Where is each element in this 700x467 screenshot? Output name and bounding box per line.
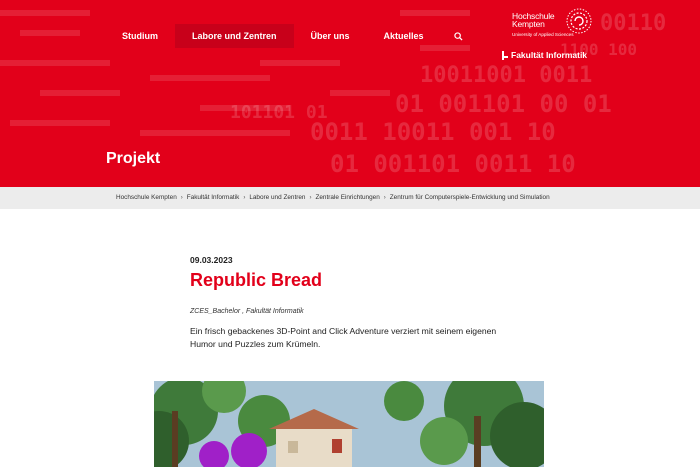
university-logo[interactable]: Hochschule Kempten University of Applied… <box>512 6 592 46</box>
page-title: Projekt <box>106 150 161 167</box>
svg-text:01 001101 0011 10: 01 001101 0011 10 <box>330 150 576 178</box>
faculty-link[interactable]: Fakultät Informatik <box>502 50 587 60</box>
nav-item-ueber-uns[interactable]: Über uns <box>294 24 367 48</box>
breadcrumb-item-hochschule-kempten[interactable]: Hochschule Kempten <box>116 194 177 201</box>
article-date: 09.03.2023 <box>190 255 233 265</box>
article-tags: ZCES_Bachelor , Fakultät Informatik <box>190 308 304 315</box>
logo-wordmark: Hochschule Kempten <box>512 11 555 29</box>
main-nav: Studium Labore und Zentren Über uns Aktu… <box>105 24 467 48</box>
breadcrumb-item-labore-und-zentren[interactable]: Labore und Zentren <box>249 194 305 201</box>
game-scene-illustration <box>154 381 544 467</box>
search-icon[interactable] <box>451 28 467 44</box>
hero-banner: 00110 10011001 0011 01 001101 00 01 0011… <box>0 0 700 187</box>
breadcrumb-item-zentrale-einrichtungen[interactable]: Zentrale Einrichtungen <box>315 194 379 201</box>
logo-swirl-icon <box>566 8 592 34</box>
svg-text:01 001101 00 01: 01 001101 00 01 <box>395 90 612 118</box>
article-description: Ein frisch gebackenes 3D-Point and Click… <box>190 326 497 349</box>
chevron-right-icon: › <box>309 194 312 201</box>
tag-link-fakultaet-informatik[interactable]: Fakultät Informatik <box>246 308 304 315</box>
nav-item-studium[interactable]: Studium <box>105 24 175 48</box>
svg-text:00110: 00110 <box>600 11 666 36</box>
breadcrumb-item-zces[interactable]: Zentrum für Computerspiele-Entwicklung u… <box>390 194 550 201</box>
breadcrumb-item-fakultaet-informatik[interactable]: Fakultät Informatik <box>187 194 240 201</box>
tag-link-zces-bachelor[interactable]: ZCES_Bachelor <box>190 308 240 315</box>
chevron-right-icon: › <box>383 194 386 201</box>
nav-item-aktuelles[interactable]: Aktuelles <box>367 24 441 48</box>
chevron-right-icon: › <box>243 194 246 201</box>
nav-item-labore-und-zentren[interactable]: Labore und Zentren <box>175 24 294 48</box>
svg-text:0011 10011 001 10: 0011 10011 001 10 <box>310 118 556 146</box>
project-image <box>154 381 544 467</box>
svg-text:10011001 0011: 10011001 0011 <box>420 63 592 88</box>
faculty-marker-icon <box>502 50 508 60</box>
article-title: Republic Bread <box>190 270 323 290</box>
chevron-right-icon: › <box>180 194 183 201</box>
breadcrumb: Hochschule Kempten › Fakultät Informatik… <box>0 187 700 209</box>
svg-text:101101 01: 101101 01 <box>230 102 328 123</box>
